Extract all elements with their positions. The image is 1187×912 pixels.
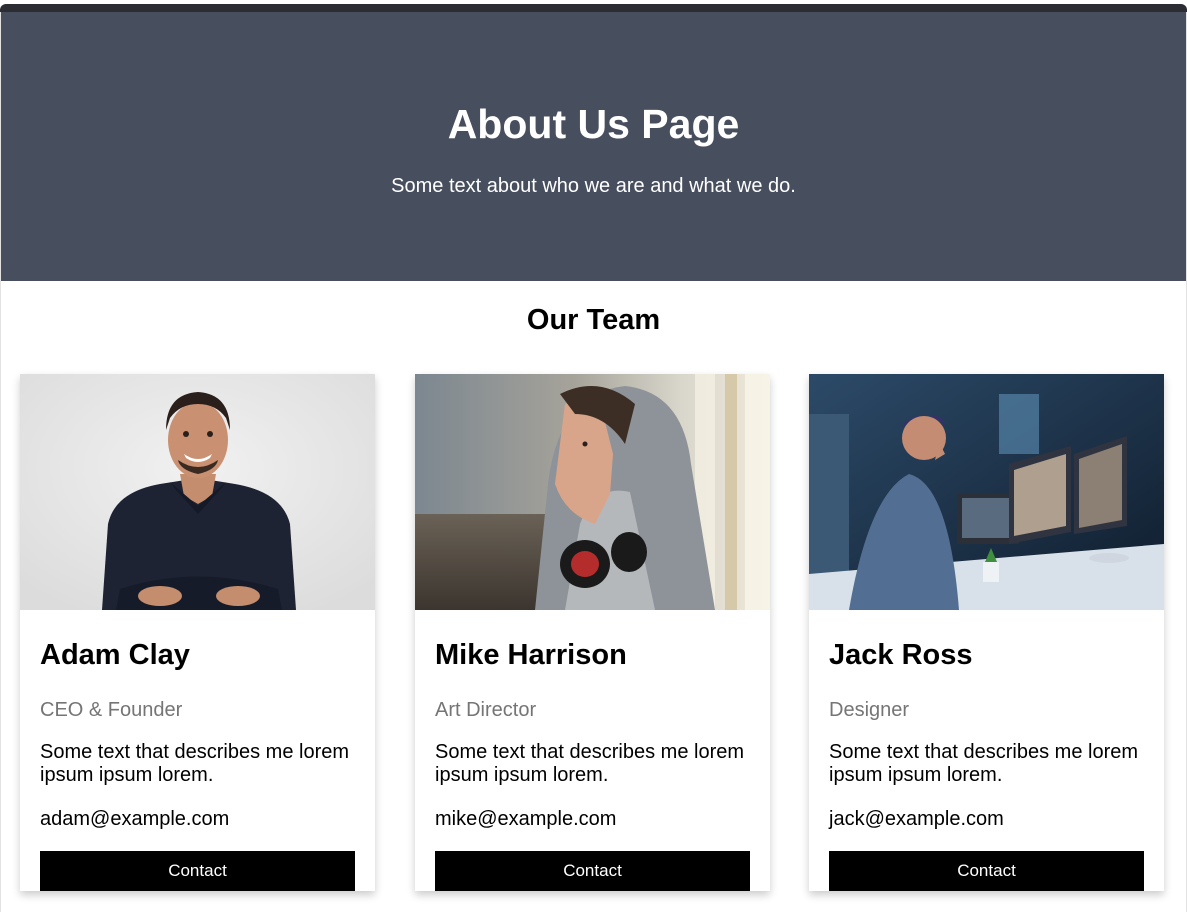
member-description: Some text that describes me lorem ipsum … bbox=[435, 741, 745, 786]
team-card-mike: Mike Harrison Art Director Some text tha… bbox=[415, 374, 770, 891]
member-role: Art Director bbox=[435, 699, 537, 721]
page-title: About Us Page bbox=[447, 101, 740, 147]
member-role: Designer bbox=[829, 699, 910, 721]
team-heading: Our Team bbox=[526, 304, 661, 336]
member-description: Some text that describes me lorem ipsum … bbox=[829, 741, 1139, 786]
profile-photo-jack bbox=[809, 374, 1164, 610]
member-name: Jack Ross bbox=[829, 639, 973, 671]
team-card-jack: Jack Ross Designer Some text that descri… bbox=[809, 374, 1164, 891]
member-role: CEO & Founder bbox=[40, 699, 183, 721]
profile-photo-adam bbox=[20, 374, 375, 610]
member-name: Adam Clay bbox=[40, 639, 190, 671]
portrait-image bbox=[415, 374, 770, 610]
contact-button[interactable]: Contact bbox=[829, 851, 1144, 891]
member-email: jack@example.com bbox=[829, 808, 1004, 830]
member-description: Some text that describes me lorem ipsum … bbox=[40, 741, 350, 786]
page-subtitle: Some text about who we are and what we d… bbox=[391, 175, 796, 197]
portrait-image bbox=[809, 374, 1164, 610]
profile-photo-mike bbox=[415, 374, 770, 610]
member-name: Mike Harrison bbox=[435, 639, 627, 671]
contact-button[interactable]: Contact bbox=[435, 851, 750, 891]
team-card-adam: Adam Clay CEO & Founder Some text that d… bbox=[20, 374, 375, 891]
portrait-image bbox=[20, 374, 375, 610]
hero-banner: About Us Page Some text about who we are… bbox=[1, 12, 1186, 281]
about-page: About Us Page Some text about who we are… bbox=[0, 12, 1187, 912]
member-email: adam@example.com bbox=[40, 808, 230, 830]
contact-button[interactable]: Contact bbox=[40, 851, 355, 891]
member-email: mike@example.com bbox=[435, 808, 617, 830]
